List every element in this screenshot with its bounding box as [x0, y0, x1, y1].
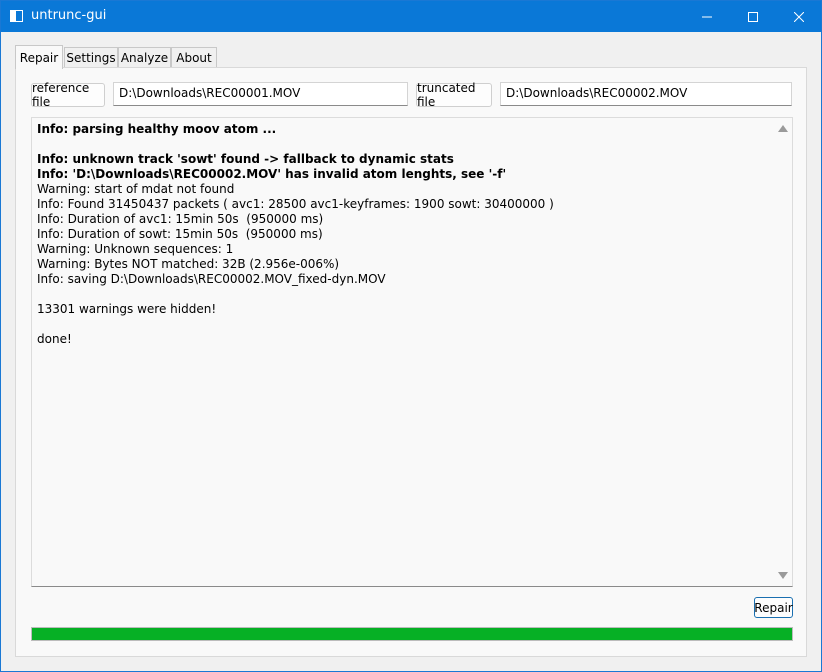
app-icon: [10, 10, 23, 22]
log-line: Info: saving D:\Downloads\REC00002.MOV_f…: [37, 272, 386, 286]
minimize-icon: [702, 16, 712, 17]
log-output[interactable]: Info: parsing healthy moov atom ... Info:…: [31, 117, 793, 587]
reference-file-button[interactable]: reference file: [31, 81, 105, 109]
tab-repair[interactable]: Repair: [15, 45, 63, 69]
log-lines: Info: parsing healthy moov atom ... Info:…: [37, 122, 772, 347]
close-button[interactable]: [776, 1, 822, 32]
reference-file-path-field[interactable]: D:\Downloads\REC00001.MOV: [113, 82, 408, 106]
window-title: untrunc-gui: [31, 8, 107, 23]
log-line: Info: parsing healthy moov atom ...: [37, 122, 277, 136]
app-window: untrunc-gui Repair Settings Analyze Abou…: [0, 0, 822, 672]
progress-bar: [31, 627, 793, 641]
progress-fill: [32, 628, 792, 640]
log-line: 13301 warnings were hidden!: [37, 302, 217, 316]
scroll-up-arrow-icon[interactable]: [778, 125, 788, 132]
truncated-file-path-field[interactable]: D:\Downloads\REC00002.MOV: [500, 82, 792, 106]
maximize-icon: [748, 11, 758, 22]
log-line: Info: unknown track 'sowt' found -> fall…: [37, 152, 454, 166]
truncated-file-button[interactable]: truncated file: [416, 81, 492, 109]
repair-button[interactable]: Repair: [754, 597, 793, 618]
log-line: Info: Found 31450437 packets ( avc1: 285…: [37, 197, 554, 211]
tab-bar: Repair Settings Analyze About: [15, 45, 415, 69]
log-line: Warning: Bytes NOT matched: 32B (2.956e-…: [37, 257, 340, 271]
tab-settings[interactable]: Settings: [64, 47, 118, 68]
minimize-button[interactable]: [684, 1, 730, 32]
title-bar[interactable]: untrunc-gui: [1, 1, 821, 32]
maximize-button[interactable]: [730, 1, 776, 32]
log-scrollbar[interactable]: [776, 120, 790, 584]
tab-analyze[interactable]: Analyze: [118, 47, 171, 68]
log-line: Info: 'D:\Downloads\REC00002.MOV' has in…: [37, 167, 507, 181]
scroll-down-arrow-icon[interactable]: [778, 572, 788, 579]
tab-about[interactable]: About: [171, 47, 217, 68]
log-line: Info: Duration of sowt: 15min 50s (95000…: [37, 227, 323, 241]
log-line: Warning: Unknown sequences: 1: [37, 242, 234, 256]
log-line: done!: [37, 332, 72, 346]
log-line: Info: Duration of avc1: 15min 50s (95000…: [37, 212, 324, 226]
log-line: Warning: start of mdat not found: [37, 182, 235, 196]
close-icon: [794, 11, 804, 22]
